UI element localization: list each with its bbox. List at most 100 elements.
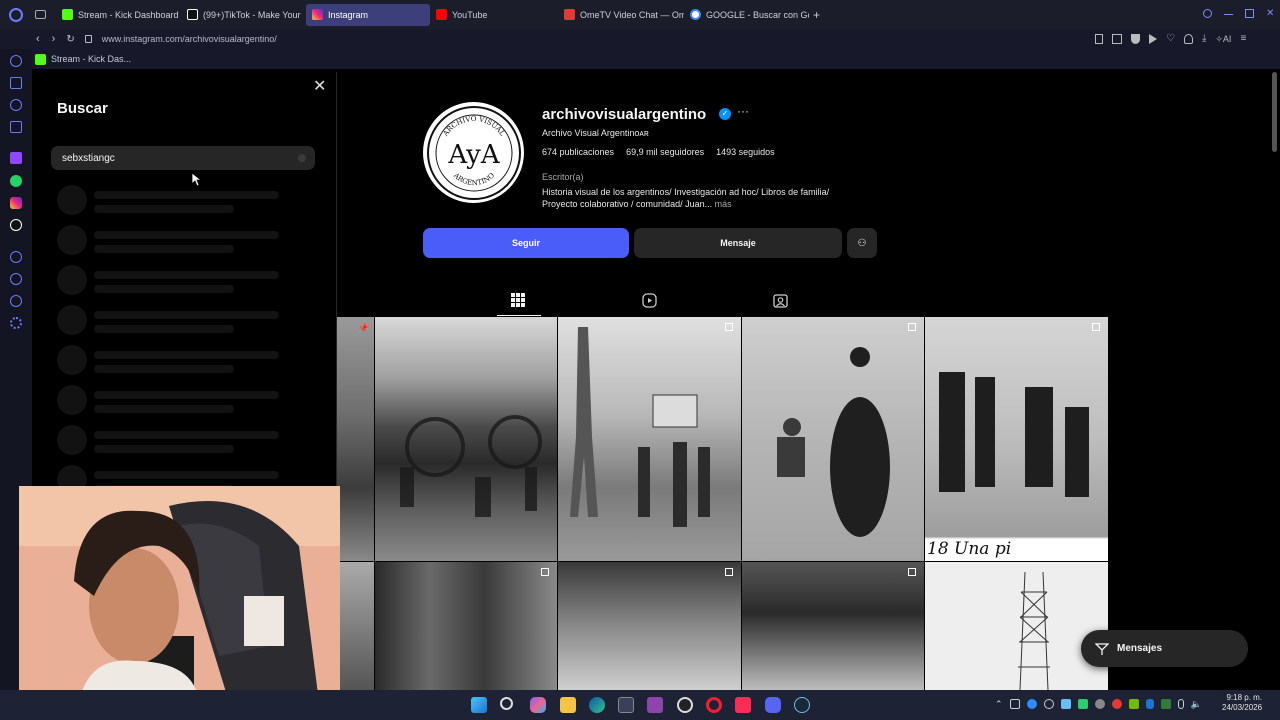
heart-icon[interactable]: ♡ xyxy=(1166,34,1175,44)
back-icon[interactable]: ‹ xyxy=(36,33,40,45)
follow-button[interactable]: Seguir xyxy=(423,228,629,258)
photo-family xyxy=(777,347,890,537)
post-thumbnail[interactable] xyxy=(375,317,557,561)
tray-app-icon[interactable] xyxy=(1009,699,1020,709)
tab-youtube[interactable]: YouTube xyxy=(430,4,558,26)
post-thumbnail[interactable] xyxy=(742,562,924,690)
tray-app-icon[interactable] xyxy=(1077,699,1088,709)
system-tray: ⌃ 🔈 xyxy=(995,699,1202,710)
post-thumbnail[interactable] xyxy=(742,317,924,561)
url-field[interactable]: www.instagram.com/archivovisualargentino… xyxy=(102,34,277,44)
tray-app-icon[interactable] xyxy=(1060,699,1071,709)
tray-app-icon[interactable] xyxy=(1111,699,1122,709)
page-scrollbar[interactable] xyxy=(1272,72,1277,152)
post-caption-overlay: 18 Una pi xyxy=(927,539,1012,559)
ai-icon[interactable]: ✧AI xyxy=(1215,34,1231,44)
tab-ometv[interactable]: OmeTV Video Chat — Om xyxy=(558,4,684,26)
clear-search-icon[interactable] xyxy=(298,154,306,162)
tiktok-sidebar-icon[interactable] xyxy=(10,219,22,231)
twitch-icon[interactable] xyxy=(10,152,22,164)
visual-studio-icon[interactable] xyxy=(647,697,663,713)
copilot-icon[interactable] xyxy=(530,697,546,713)
bluetooth-icon[interactable] xyxy=(1145,699,1154,709)
bookmark-icon[interactable] xyxy=(1095,34,1103,44)
tray-app-icon[interactable] xyxy=(1043,699,1054,709)
search-icon[interactable] xyxy=(1203,9,1212,18)
messenger-icon[interactable] xyxy=(10,99,22,111)
tray-app-icon[interactable] xyxy=(1094,699,1105,709)
new-tab-button[interactable]: + xyxy=(813,8,820,22)
history-icon[interactable] xyxy=(10,273,22,285)
tray-app-icon[interactable] xyxy=(1160,699,1171,709)
maximize-icon[interactable] xyxy=(1245,9,1254,18)
bag-icon[interactable] xyxy=(10,77,22,89)
forward-icon[interactable]: › xyxy=(52,33,56,45)
mail-icon[interactable] xyxy=(10,121,22,133)
reels-icon xyxy=(642,293,657,308)
edge-icon[interactable] xyxy=(589,697,605,713)
file-explorer-icon[interactable] xyxy=(560,697,576,713)
tiktok-icon xyxy=(187,9,198,20)
posts-grid-tab[interactable] xyxy=(511,293,527,309)
volume-icon[interactable]: 🔈 xyxy=(1191,699,1202,710)
post-thumbnail[interactable] xyxy=(925,562,1108,690)
discord-icon[interactable] xyxy=(765,697,781,713)
suggested-accounts-button[interactable]: ⚇ xyxy=(847,228,877,258)
post-thumbnail[interactable] xyxy=(375,562,557,690)
opera-icon[interactable] xyxy=(706,697,722,713)
post-thumbnail[interactable] xyxy=(558,317,741,561)
store-icon[interactable] xyxy=(618,697,634,713)
shield-icon[interactable] xyxy=(1131,34,1140,44)
chat-icon[interactable] xyxy=(10,295,22,307)
reels-tab[interactable] xyxy=(642,293,658,309)
tab-switcher-icon[interactable] xyxy=(35,10,46,19)
play-icon[interactable] xyxy=(1149,34,1157,44)
followers-count[interactable]: 69,9 mil seguidores xyxy=(626,147,704,157)
search-taskbar-icon[interactable] xyxy=(500,697,513,710)
ometv-icon xyxy=(564,9,575,20)
download-icon[interactable]: ⤓ xyxy=(1202,34,1206,44)
player-icon[interactable] xyxy=(10,251,22,263)
tray-app-icon[interactable] xyxy=(1128,699,1139,709)
tab-instagram[interactable]: Instagram xyxy=(306,3,430,26)
profile-full-name: Archivo Visual Argentinoᴀʀ xyxy=(542,128,649,138)
more-options-icon[interactable]: ··· xyxy=(737,104,749,118)
search-input[interactable] xyxy=(51,146,315,170)
post-thumbnail[interactable] xyxy=(558,562,741,690)
obs-icon[interactable] xyxy=(677,697,693,713)
lock-icon xyxy=(84,35,92,43)
close-window-icon[interactable]: ✕ xyxy=(1266,9,1275,19)
tiktok-taskbar-icon[interactable] xyxy=(735,697,751,713)
tab-google[interactable]: GOOGLE - Buscar con Go xyxy=(684,4,809,26)
bookmark-kick[interactable]: Stream - Kick Das... xyxy=(51,54,131,64)
steam-icon[interactable] xyxy=(794,697,810,713)
tray-app-icon[interactable] xyxy=(1026,699,1037,709)
profile-avatar[interactable]: ARCHIVO VISUAL ARGENTINO AyA xyxy=(423,102,524,203)
browser-logo-icon[interactable] xyxy=(9,7,23,22)
tab-kick[interactable]: Stream - Kick Dashboard xyxy=(56,4,181,26)
post-thumbnail[interactable]: 18 Una pi xyxy=(925,317,1108,561)
following-count[interactable]: 1493 seguidos xyxy=(716,147,775,157)
tray-chevron-icon[interactable]: ⌃ xyxy=(995,699,1003,710)
posts-count[interactable]: 674 publicaciones xyxy=(542,147,614,157)
menu-icon[interactable]: ≡ xyxy=(1240,34,1246,44)
bio-more-link[interactable]: más xyxy=(715,199,732,209)
post-thumbnail[interactable] xyxy=(336,562,374,690)
settings-icon[interactable] xyxy=(10,317,22,329)
tagged-tab[interactable] xyxy=(773,293,789,309)
microphone-icon[interactable] xyxy=(1177,699,1184,709)
tab-tiktok[interactable]: (99+)TikTok - Make Your xyxy=(181,4,306,26)
messages-button[interactable]: Mensajes xyxy=(1081,630,1248,667)
refresh-icon[interactable] xyxy=(10,55,22,67)
instagram-sidebar-icon[interactable] xyxy=(10,197,22,209)
windows-start-icon[interactable] xyxy=(471,697,487,713)
post-thumbnail[interactable]: 📌 xyxy=(336,317,374,561)
minimize-icon[interactable] xyxy=(1224,14,1233,15)
reload-icon[interactable]: ↻ xyxy=(66,34,74,45)
taskbar-clock[interactable]: 9:18 p. m. 24/03/2026 xyxy=(1222,693,1262,713)
message-button[interactable]: Mensaje xyxy=(634,228,842,258)
close-icon[interactable]: ✕ xyxy=(313,79,327,95)
whatsapp-icon[interactable] xyxy=(10,175,22,187)
screenshot-icon[interactable] xyxy=(1112,34,1122,44)
account-icon[interactable] xyxy=(1183,34,1193,44)
